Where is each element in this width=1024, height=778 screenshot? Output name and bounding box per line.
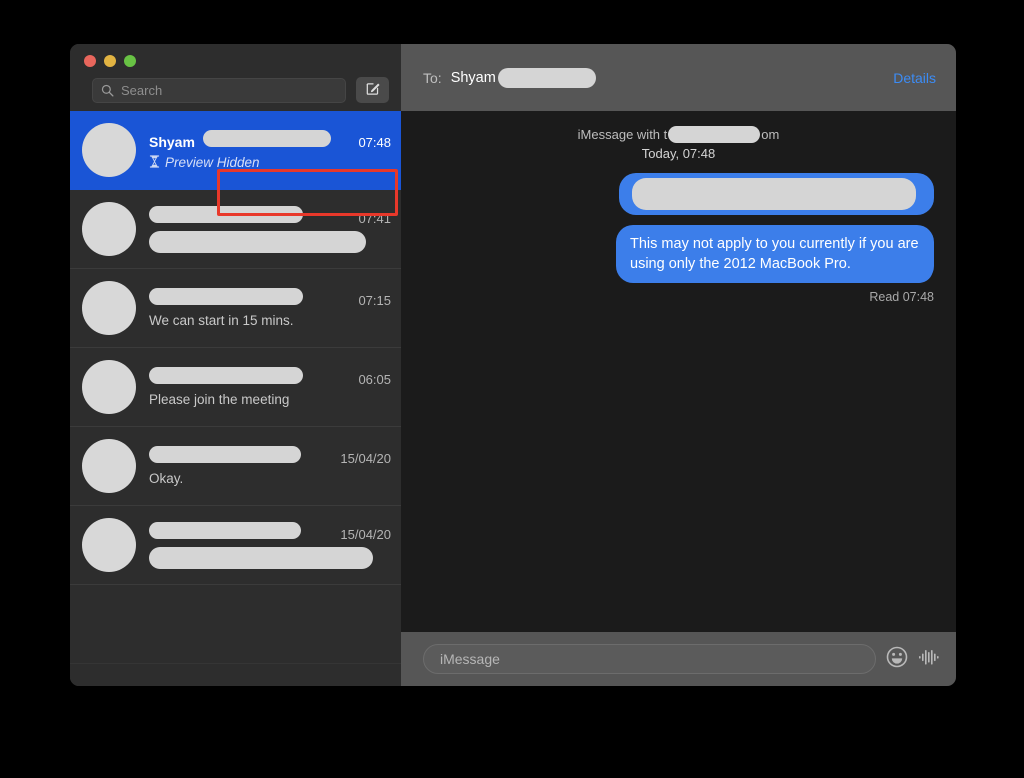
list-item[interactable]: 07:41 <box>70 190 401 269</box>
message-row: This may not apply to you currently if y… <box>423 225 934 283</box>
sidebar-divider <box>70 663 401 664</box>
redaction-bar <box>149 521 301 539</box>
message-bubble-outgoing[interactable] <box>619 173 934 215</box>
hourglass-icon <box>149 154 160 171</box>
list-item-body: 06:05 Please join the meeting <box>149 367 391 407</box>
list-item-top-row: 06:05 <box>149 367 391 387</box>
message-preview <box>149 546 391 569</box>
timestamp: 07:41 <box>358 210 391 226</box>
redaction-bar <box>149 205 303 223</box>
message-thread[interactable]: iMessage with t om Today, 07:48 This may… <box>401 111 956 632</box>
message-preview: Please join the meeting <box>149 392 391 407</box>
list-item-top-row: Shyam 07:48 <box>149 129 391 150</box>
conversation-pane: To: Shyam Details iMessage with t om Tod… <box>401 44 956 686</box>
list-item-top-row: 07:41 <box>149 205 391 226</box>
message-preview <box>149 230 391 253</box>
list-item[interactable]: 06:05 Please join the meeting <box>70 348 401 427</box>
message-preview: Preview Hidden <box>149 154 391 171</box>
thread-metadata: iMessage with t om Today, 07:48 <box>423 125 934 163</box>
message-row <box>423 173 934 215</box>
redaction-bar <box>149 288 303 305</box>
avatar <box>82 202 136 256</box>
preview-text: Okay. <box>149 471 184 486</box>
search-placeholder: Search <box>121 82 163 98</box>
timestamp: 07:48 <box>358 134 391 150</box>
list-item[interactable]: 07:15 We can start in 15 mins. <box>70 269 401 348</box>
contact-name: Shyam <box>149 133 195 150</box>
sidebar-search-row: Search <box>92 77 389 103</box>
window-traffic-lights <box>84 55 136 67</box>
conversation-header: To: Shyam Details <box>401 44 956 111</box>
message-preview: Okay. <box>149 471 391 486</box>
redaction-bar <box>668 126 761 143</box>
redaction-bar <box>632 178 916 210</box>
list-item-top-row: 15/04/20 <box>149 521 391 542</box>
list-item-body: 07:41 <box>149 205 391 253</box>
redaction-bar <box>149 367 303 384</box>
list-item-top-row: 07:15 <box>149 288 391 308</box>
timestamp: 15/04/20 <box>340 526 391 542</box>
list-item-body: 15/04/20 Okay. <box>149 446 391 486</box>
messages-window: Search Shyam 07:48 Preview Hidden 07:41 … <box>70 44 956 686</box>
avatar <box>82 518 136 572</box>
list-item-body: 15/04/20 <box>149 521 391 569</box>
avatar <box>82 439 136 493</box>
timestamp: 06:05 <box>358 372 391 387</box>
search-icon <box>101 84 114 97</box>
timestamp: 07:15 <box>358 293 391 308</box>
avatar <box>82 360 136 414</box>
preview-text: Please join the meeting <box>149 392 290 407</box>
list-item-top-row: 15/04/20 <box>149 446 391 466</box>
minimize-button[interactable] <box>104 55 116 67</box>
message-bubble-outgoing[interactable]: This may not apply to you currently if y… <box>616 225 934 283</box>
thread-date: Today, 07:48 <box>641 146 716 161</box>
redaction-bar <box>202 129 331 147</box>
timestamp: 15/04/20 <box>340 451 391 466</box>
thread-suffix: om <box>761 127 780 142</box>
compose-pencil-icon <box>365 80 381 101</box>
preview-text: We can start in 15 mins. <box>149 313 294 328</box>
redaction-bar <box>149 230 366 253</box>
redaction-bar <box>149 446 301 463</box>
audio-waveform-icon <box>918 648 940 671</box>
conversations-sidebar: Search Shyam 07:48 Preview Hidden 07:41 … <box>70 44 401 686</box>
list-item-body: 07:15 We can start in 15 mins. <box>149 288 391 328</box>
conversation-list[interactable]: Shyam 07:48 Preview Hidden 07:41 07:15 W… <box>70 111 401 686</box>
list-item-body: Shyam 07:48 Preview Hidden <box>149 129 391 171</box>
redaction-bar <box>497 67 596 88</box>
redaction-bar <box>149 546 373 569</box>
audio-message-button[interactable] <box>918 648 940 671</box>
search-input[interactable]: Search <box>92 77 346 103</box>
compose-new-message-button[interactable] <box>356 77 389 103</box>
preview-text: Preview Hidden <box>165 155 260 170</box>
sidebar-header: Search <box>70 44 401 111</box>
zoom-button[interactable] <box>124 55 136 67</box>
list-item[interactable]: 15/04/20 <box>70 506 401 585</box>
details-link[interactable]: Details <box>893 70 936 86</box>
close-button[interactable] <box>84 55 96 67</box>
read-receipt: Read 07:48 <box>869 290 934 304</box>
emoji-picker-button[interactable] <box>886 646 908 673</box>
avatar <box>82 123 136 177</box>
imessage-input[interactable]: iMessage <box>423 644 876 674</box>
to-label: To: <box>423 69 442 86</box>
avatar <box>82 281 136 335</box>
compose-bar: iMessage <box>401 632 956 686</box>
list-item[interactable]: 15/04/20 Okay. <box>70 427 401 506</box>
thread-recipient-line: iMessage with t om <box>423 125 934 144</box>
message-preview: We can start in 15 mins. <box>149 313 391 328</box>
smiley-face-icon <box>886 646 908 673</box>
list-item[interactable]: Shyam 07:48 Preview Hidden <box>70 111 401 190</box>
recipient-name[interactable]: Shyam <box>451 70 496 86</box>
thread-prefix: iMessage with t <box>577 127 668 142</box>
